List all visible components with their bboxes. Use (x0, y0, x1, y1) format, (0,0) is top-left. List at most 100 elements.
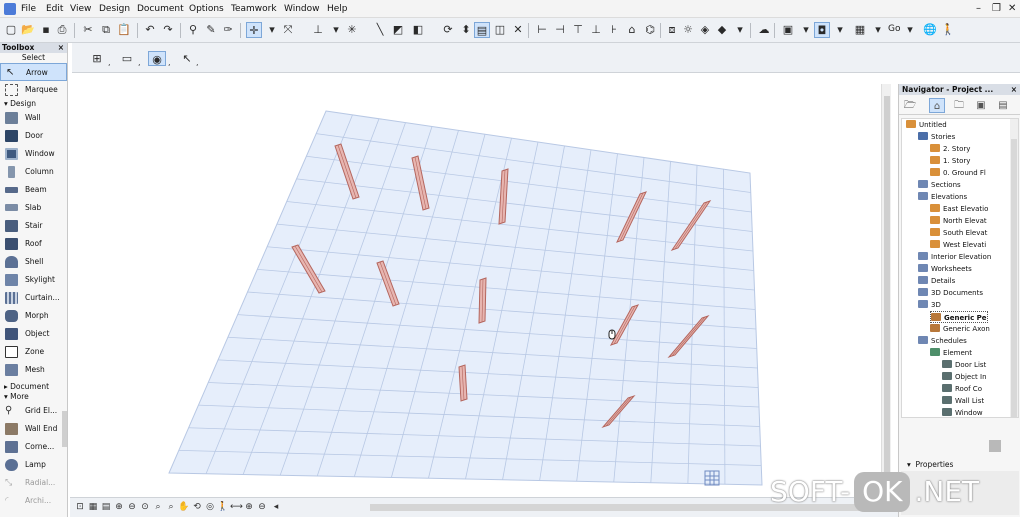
toolbox-scrollbar[interactable] (62, 411, 67, 447)
tree-item[interactable]: 2. Story (930, 143, 970, 155)
walk-icon[interactable]: 🚶 (940, 22, 956, 38)
fly-through-icon[interactable]: ⧈ (664, 22, 680, 38)
tree-item[interactable]: Wall List (942, 395, 984, 407)
tree-item[interactable]: North Elevat (930, 215, 987, 227)
rectangle-marquee-icon[interactable]: ▭ (118, 51, 136, 66)
go-dropdown-icon[interactable]: ▾ (902, 22, 918, 38)
tree-item[interactable]: Object In (942, 371, 987, 383)
sun-icon[interactable]: ☼ (680, 22, 696, 38)
pick-up-parameters-icon[interactable]: ✎ (203, 22, 219, 38)
snap-guide-icon[interactable]: ⤧ (280, 22, 296, 38)
line-tool-icon[interactable]: ╲ (372, 22, 388, 38)
tab-view-map-icon[interactable]: 🗀 (951, 98, 967, 113)
tree-item[interactable]: Interior Elevation (918, 251, 991, 263)
open-file-icon[interactable]: 📂 (20, 22, 36, 38)
tool-grid-element[interactable]: ⚲ Grid El... (0, 402, 67, 420)
tool-wall[interactable]: Wall (0, 109, 67, 127)
tool-roof[interactable]: Roof (0, 235, 67, 253)
figure-icon[interactable]: ⌂ (624, 22, 640, 38)
tool-column[interactable]: Column (0, 163, 67, 181)
restore-icon[interactable]: ❐ (992, 3, 1001, 14)
object-select-icon[interactable]: ◉ (148, 51, 166, 66)
tool-radial-dimension[interactable]: ⤡ Radial... (0, 474, 67, 492)
3d-projection-icon[interactable]: ◈ (697, 22, 713, 38)
view-vertical-scrollbar[interactable] (881, 84, 891, 499)
layout-arrange-icon[interactable]: ▤ (474, 22, 490, 38)
tool-window[interactable]: Window (0, 145, 67, 163)
view-window-dropdown-icon[interactable]: ▾ (798, 22, 814, 38)
tab-layout-book-icon[interactable]: ▣ (973, 98, 989, 113)
tool-zone[interactable]: Zone (0, 343, 67, 361)
navigator-settings-icon[interactable] (989, 440, 1001, 452)
tool-beam[interactable]: Beam (0, 181, 67, 199)
scale-minus-icon[interactable]: ⊖ (256, 501, 268, 514)
layer-icon[interactable]: ◧ (410, 22, 426, 38)
menu-file[interactable]: File (21, 4, 36, 14)
tab-publisher-sets-icon[interactable]: ▤ (995, 98, 1011, 113)
trace-dropdown-icon[interactable]: ▾ (264, 22, 280, 38)
paste-icon[interactable]: 📋 (116, 22, 132, 38)
find-select-icon[interactable]: ⚲ (185, 22, 201, 38)
print-icon[interactable]: ⎙ (54, 22, 70, 38)
walk-navigation-icon[interactable]: 🚶 (217, 501, 229, 514)
more-group-toggle[interactable]: ▾ More (0, 392, 67, 402)
menu-edit[interactable]: Edit (46, 4, 63, 14)
suspend-groups-icon[interactable]: ✳ (344, 22, 360, 38)
comment-icon[interactable]: ☁ (756, 22, 772, 38)
lock-icon[interactable]: ⊡ (74, 501, 86, 514)
tool-wall-end[interactable]: Wall End (0, 420, 67, 438)
project-tree-scrollbar[interactable] (1010, 119, 1018, 417)
tree-item[interactable]: Window (942, 407, 983, 417)
tree-item[interactable]: Schedules (918, 335, 967, 347)
inject-parameters-icon[interactable]: ✑ (220, 22, 236, 38)
tree-item[interactable]: Untitled (906, 119, 947, 131)
layer-combo-icon[interactable]: ▤ (100, 501, 112, 514)
tree-item[interactable]: Elevations (918, 191, 967, 203)
3d-view-canvas[interactable] (72, 75, 890, 497)
close-toolbox-icon[interactable]: × (58, 43, 64, 53)
tool-object[interactable]: Object (0, 325, 67, 343)
document-group-toggle[interactable]: ▸ Document (0, 382, 67, 392)
menu-help[interactable]: Help (327, 4, 348, 14)
tool-morph[interactable]: Morph (0, 307, 67, 325)
tool-slab[interactable]: Slab (0, 199, 67, 217)
fit-window-icon[interactable]: ⊙ (139, 501, 151, 514)
menu-options[interactable]: Options (189, 4, 224, 14)
tool-corner-window[interactable]: Corne... (0, 438, 67, 456)
zoom-icon[interactable]: ⌕ (152, 501, 164, 514)
tool-stair[interactable]: Stair (0, 217, 67, 235)
tree-item[interactable]: Generic Pe (930, 311, 988, 323)
pan-left-icon[interactable]: ◂ (270, 501, 282, 514)
tool-lamp[interactable]: Lamp (0, 456, 67, 474)
text-tool-icon[interactable]: ⊤ (570, 22, 586, 38)
pan-icon[interactable]: ✋ (178, 501, 190, 514)
new-file-icon[interactable]: ▢ (3, 22, 19, 38)
tool-marquee[interactable]: Marquee (0, 81, 67, 99)
tool-arrow[interactable]: ↖ Arrow (0, 63, 67, 81)
zoom-previous-icon[interactable]: ⌕ (165, 501, 177, 514)
elevation-marker-icon[interactable]: ⬍ (458, 22, 474, 38)
tree-item[interactable]: West Elevati (930, 239, 986, 251)
gravity-dropdown-icon[interactable]: ▾ (328, 22, 344, 38)
drawing-icon[interactable]: ⌬ (642, 22, 658, 38)
tool-door[interactable]: Door (0, 127, 67, 145)
tree-item[interactable]: 0. Ground Fl (930, 167, 986, 179)
close-icon[interactable]: ✕ (1008, 3, 1016, 14)
archicad-app-icon[interactable] (4, 3, 16, 15)
tree-item[interactable]: Element (930, 347, 972, 359)
pointer-icon[interactable]: ↖ (178, 51, 196, 66)
navigate-icon[interactable]: ◎ (204, 501, 216, 514)
menu-view[interactable]: View (70, 4, 91, 14)
redo-icon[interactable]: ↷ (160, 22, 176, 38)
tree-item[interactable]: Sections (918, 179, 961, 191)
split-view-icon[interactable]: ◫ (492, 22, 508, 38)
tree-item[interactable]: South Elevat (930, 227, 987, 239)
publisher-icon[interactable]: ▦ (852, 22, 868, 38)
menu-design[interactable]: Design (99, 4, 130, 14)
tree-item[interactable]: Generic Axon (930, 323, 990, 335)
copy-icon[interactable]: ⧉ (98, 22, 114, 38)
tree-item[interactable]: Stories (918, 131, 955, 143)
menu-teamwork[interactable]: Teamwork (231, 4, 277, 14)
tree-item[interactable]: East Elevatio (930, 203, 988, 215)
design-group-toggle[interactable]: ▾ Design (0, 99, 67, 109)
